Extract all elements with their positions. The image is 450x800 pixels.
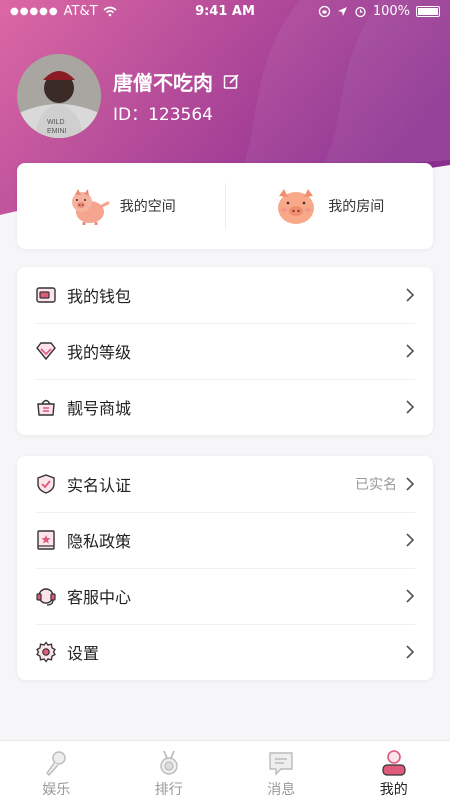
tab-messages[interactable]: 消息 bbox=[225, 741, 338, 800]
my-room-label: 我的房间 bbox=[328, 199, 385, 215]
menu-item-level[interactable]: 我的等级 bbox=[17, 323, 433, 379]
tab-ranking[interactable]: 排行 bbox=[113, 741, 226, 800]
menu-group-account: 实名认证 已实名 隐私政策 客服中心 设置 bbox=[17, 456, 433, 680]
battery-percent: 100% bbox=[372, 4, 410, 19]
wallet-icon bbox=[36, 287, 56, 303]
medal-icon bbox=[160, 750, 178, 775]
my-space-label: 我的空间 bbox=[119, 199, 176, 215]
menu-label: 隐私政策 bbox=[67, 532, 132, 551]
chevron-right-icon bbox=[406, 288, 415, 302]
menu-label: 靓号商城 bbox=[67, 399, 132, 418]
chevron-right-icon bbox=[406, 645, 415, 659]
menu-item-wallet[interactable]: 我的钱包 bbox=[17, 267, 433, 323]
chevron-right-icon bbox=[406, 477, 415, 491]
avatar[interactable]: WILD EMINI bbox=[17, 54, 101, 138]
user-id: ID：123564 bbox=[113, 105, 213, 125]
space-card: 我的空间 我的房间 bbox=[17, 163, 433, 249]
shop-bag-icon bbox=[37, 399, 55, 416]
menu-label: 设置 bbox=[67, 644, 100, 663]
shield-check-icon bbox=[37, 474, 55, 494]
bottom-tab-bar: 娱乐 排行 消息 我的 bbox=[0, 740, 450, 800]
menu-label: 实名认证 bbox=[67, 476, 132, 495]
book-star-icon bbox=[37, 530, 55, 550]
username: 唐僧不吃肉 bbox=[113, 71, 213, 95]
chevron-right-icon bbox=[406, 344, 415, 358]
microphone-icon bbox=[46, 751, 66, 777]
battery-icon bbox=[416, 6, 440, 17]
menu-label: 客服中心 bbox=[67, 588, 132, 607]
menu-item-verification[interactable]: 实名认证 已实名 bbox=[17, 456, 433, 512]
gear-icon bbox=[36, 641, 56, 663]
alarm-icon bbox=[355, 6, 366, 18]
menu-item-settings[interactable]: 设置 bbox=[17, 624, 433, 680]
menu-item-shop[interactable]: 靓号商城 bbox=[17, 379, 433, 435]
chevron-right-icon bbox=[406, 533, 415, 547]
menu-group-wallet: 我的钱包 我的等级 靓号商城 bbox=[17, 267, 433, 435]
menu-item-privacy[interactable]: 隐私政策 bbox=[17, 512, 433, 568]
diamond-icon bbox=[36, 342, 56, 361]
rotation-lock-icon bbox=[318, 5, 330, 18]
profile-icon bbox=[382, 750, 406, 776]
menu-label: 我的钱包 bbox=[67, 287, 132, 306]
tab-label: 消息 bbox=[267, 782, 296, 798]
tab-profile[interactable]: 我的 bbox=[338, 741, 450, 800]
chevron-right-icon bbox=[406, 400, 415, 414]
pig-mascot-icon bbox=[71, 189, 110, 225]
status-bar: ●●●●● AT&T 9:41 AM 100% bbox=[0, 0, 450, 24]
menu-item-support[interactable]: 客服中心 bbox=[17, 568, 433, 624]
edit-icon[interactable] bbox=[223, 73, 240, 90]
tab-label: 排行 bbox=[154, 782, 183, 798]
message-icon bbox=[269, 752, 293, 776]
verified-status: 已实名 bbox=[355, 477, 397, 493]
my-space-button[interactable]: 我的空间 bbox=[17, 163, 225, 249]
svg-text:WILD: WILD bbox=[47, 119, 65, 126]
tab-label: 我的 bbox=[379, 782, 408, 798]
tab-label: 娱乐 bbox=[42, 782, 71, 798]
chevron-right-icon bbox=[406, 589, 415, 603]
menu-label: 我的等级 bbox=[67, 343, 132, 362]
headset-icon bbox=[36, 588, 56, 606]
pig-face-icon bbox=[278, 189, 315, 224]
tab-entertainment[interactable]: 娱乐 bbox=[0, 741, 113, 800]
my-room-button[interactable]: 我的房间 bbox=[226, 163, 434, 249]
svg-text:EMINI: EMINI bbox=[47, 128, 67, 135]
location-icon bbox=[337, 7, 347, 16]
username-row: 唐僧不吃肉 bbox=[113, 67, 240, 96]
